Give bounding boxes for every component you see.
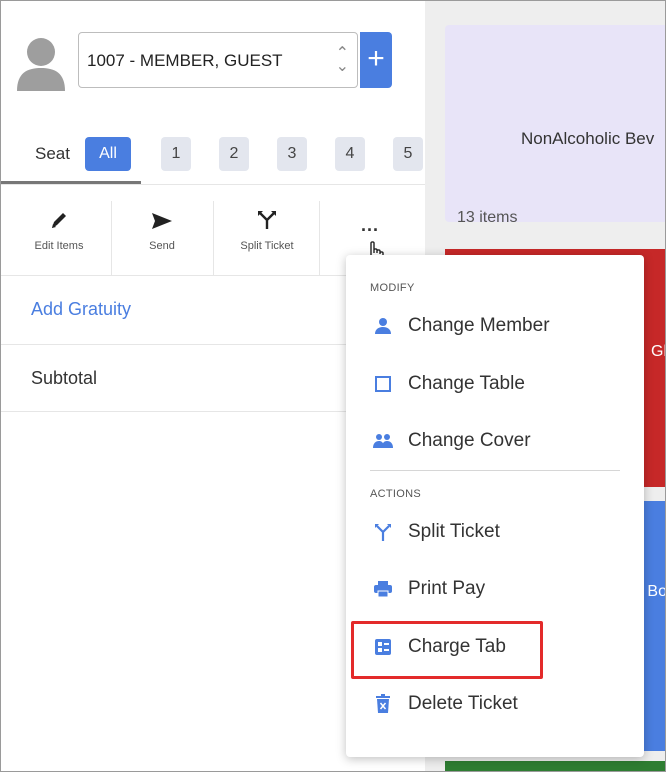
charge-tab-highlight [351,621,543,679]
square-icon [372,373,394,395]
updown-chevron-icon: ⌃ ⌄ [335,45,349,75]
seat-tab-1[interactable]: 1 [161,137,191,171]
split-ticket-label: Split Ticket [240,240,294,252]
pencil-icon [15,201,103,231]
menu-section-modify: MODIFY [370,282,415,294]
category-tile-nonalcoholic[interactable]: NonAlcoholic Bev 13 items [445,25,665,226]
seat-tab-3[interactable]: 3 [277,137,307,171]
people-icon [372,430,394,452]
subtotal-label: Subtotal [31,368,98,388]
menu-item-change-member[interactable]: Change Member [372,308,622,344]
divider [319,201,320,275]
member-select-value: 1007 - MEMBER, GUEST [87,51,283,70]
seat-tab-2[interactable]: 2 [219,137,249,171]
app-window: NonAlcoholic Bev 13 items Gl Bo 1007 - M… [0,0,666,772]
menu-item-change-table[interactable]: Change Table [372,366,622,402]
add-member-button[interactable]: + [360,32,392,88]
seat-label: Seat [35,144,70,163]
edit-items-label: Edit Items [34,240,84,252]
divider [111,201,112,275]
person-icon [372,315,394,337]
menu-item-label: Change Member [408,315,550,336]
trash-icon [372,693,394,715]
category-tile-green[interactable] [445,761,665,771]
menu-item-delete-ticket[interactable]: Delete Ticket [372,686,622,722]
menu-item-label: Split Ticket [408,521,500,542]
more-options-menu: MODIFY Change Member Change Table Change… [346,255,644,757]
seat-tab-5[interactable]: 5 [393,137,423,171]
avatar-icon [15,35,67,91]
split-icon [221,201,313,231]
menu-item-change-cover[interactable]: Change Cover [372,423,622,459]
member-select[interactable]: 1007 - MEMBER, GUEST ⌃ ⌄ [78,32,358,88]
split-ticket-button[interactable]: Split Ticket [221,201,313,273]
seat-tab-all[interactable]: All [85,137,131,171]
menu-item-split-ticket[interactable]: Split Ticket [372,514,622,550]
printer-icon [372,578,394,600]
category-item-count: 13 items [457,209,518,226]
send-button[interactable]: Send [119,201,205,273]
split-icon [372,521,394,543]
divider [1,184,425,185]
menu-divider [370,470,620,471]
category-name: Bo [647,583,666,600]
category-name: NonAlcoholic Bev [521,129,655,148]
send-icon [119,201,205,231]
divider [213,201,214,275]
more-options-button[interactable]: ... [361,215,379,236]
menu-item-print-pay[interactable]: Print Pay [372,571,622,607]
add-gratuity-link[interactable]: Add Gratuity [31,299,131,320]
send-label: Send [149,240,175,252]
category-name: Gl [651,343,666,360]
menu-item-label: Delete Ticket [408,693,518,714]
menu-item-label: Change Cover [408,430,531,451]
menu-item-label: Change Table [408,373,525,394]
seat-tab-4[interactable]: 4 [335,137,365,171]
edit-items-button[interactable]: Edit Items [15,201,103,273]
menu-item-label: Print Pay [408,578,486,599]
menu-section-actions: ACTIONS [370,488,421,500]
